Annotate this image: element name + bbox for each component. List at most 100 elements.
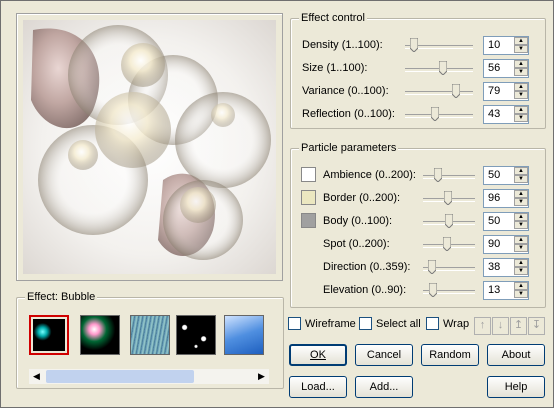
- effect-control-spinbox-0[interactable]: 10 ▲ ▼: [483, 36, 529, 55]
- effect-control-slider-thumb-3[interactable]: [430, 106, 440, 122]
- effect-control-value-3[interactable]: 43: [488, 108, 500, 120]
- particle-color-swatch-0[interactable]: [301, 167, 316, 182]
- scroll-thumb[interactable]: [46, 370, 194, 383]
- effect-control-slider-track-2[interactable]: [405, 91, 473, 95]
- spin-up-icon[interactable]: ▲: [514, 213, 528, 221]
- particle-slider-thumb-0[interactable]: [433, 167, 443, 183]
- wireframe-box[interactable]: [288, 317, 301, 330]
- effect-control-slider-thumb-2[interactable]: [451, 83, 461, 99]
- cancel-label: Cancel: [366, 349, 402, 361]
- particle-label-3: Spot (0..200):: [323, 238, 390, 250]
- scroll-right-button[interactable]: ▶: [254, 369, 269, 384]
- spin-up-icon[interactable]: ▲: [514, 37, 528, 45]
- thumbnail-rain[interactable]: [130, 315, 170, 355]
- load-button[interactable]: Load...: [289, 376, 347, 398]
- bottom-icon: ↧: [531, 319, 542, 331]
- particle-value-3[interactable]: 90: [488, 238, 500, 250]
- add-button[interactable]: Add...: [355, 376, 413, 398]
- effect-control-spinbox-3[interactable]: 43 ▲ ▼: [483, 105, 529, 124]
- particle-slider-thumb-3[interactable]: [442, 236, 452, 252]
- spin-down-icon[interactable]: ▼: [514, 175, 528, 183]
- spin-down-icon[interactable]: ▼: [514, 267, 528, 275]
- particle-slider-thumb-1[interactable]: [443, 190, 453, 206]
- wrap-label: Wrap: [443, 317, 470, 330]
- spin-up-icon[interactable]: ▲: [514, 83, 528, 91]
- particle-value-4[interactable]: 38: [488, 261, 500, 273]
- preview-image: [23, 20, 276, 274]
- effect-control-spinbox-1[interactable]: 56 ▲ ▼: [483, 59, 529, 78]
- up-icon: ↑: [479, 319, 486, 331]
- spin-down-icon[interactable]: ▼: [514, 45, 528, 53]
- select-all-box[interactable]: [359, 317, 372, 330]
- thumbnail-bubble[interactable]: [29, 315, 69, 355]
- thumbnail-sparkle[interactable]: [80, 315, 120, 355]
- effect-control-value-0[interactable]: 10: [488, 39, 500, 51]
- particle-slider-track-0[interactable]: [423, 175, 475, 179]
- particle-value-0[interactable]: 50: [488, 169, 500, 181]
- spin-up-icon[interactable]: ▲: [514, 106, 528, 114]
- move-up-button[interactable]: ↑: [474, 317, 491, 335]
- particle-label-0: Ambience (0..200):: [323, 169, 416, 181]
- help-button[interactable]: Help: [487, 376, 545, 398]
- random-label: Random: [429, 349, 471, 361]
- random-button[interactable]: Random: [421, 344, 479, 366]
- particle-spinbox-4[interactable]: 38 ▲ ▼: [483, 258, 529, 277]
- effect-control-slider-track-3[interactable]: [405, 114, 473, 118]
- move-top-button[interactable]: ↥: [510, 317, 527, 335]
- spin-down-icon[interactable]: ▼: [514, 68, 528, 76]
- wrap-checkbox[interactable]: Wrap: [426, 317, 469, 330]
- effect-group-title: Effect: Bubble: [25, 291, 98, 303]
- thumbnail-sky[interactable]: [224, 315, 264, 355]
- thumbnail-stars[interactable]: [176, 315, 216, 355]
- wireframe-checkbox[interactable]: Wireframe: [288, 317, 356, 330]
- spin-up-icon[interactable]: ▲: [514, 259, 528, 267]
- particle-slider-thumb-4[interactable]: [427, 259, 437, 275]
- ok-label: OK: [310, 349, 326, 361]
- load-label: Load...: [301, 381, 335, 393]
- move-bottom-button[interactable]: ↧: [528, 317, 545, 335]
- spin-down-icon[interactable]: ▼: [514, 91, 528, 99]
- add-label: Add...: [369, 381, 399, 393]
- spin-up-icon[interactable]: ▲: [514, 60, 528, 68]
- spin-down-icon[interactable]: ▼: [514, 114, 528, 122]
- spin-down-icon[interactable]: ▼: [514, 221, 528, 229]
- thumbnail-scrollbar[interactable]: ◀ ▶: [29, 369, 269, 384]
- particle-spinbox-2[interactable]: 50 ▲ ▼: [483, 212, 529, 231]
- scroll-left-button[interactable]: ◀: [29, 369, 44, 384]
- spin-down-icon[interactable]: ▼: [514, 244, 528, 252]
- effect-control-slider-thumb-1[interactable]: [438, 60, 448, 76]
- effect-control-slider-thumb-0[interactable]: [409, 37, 419, 53]
- particle-label-1: Border (0..200):: [323, 192, 401, 204]
- effect-control-spinbox-2[interactable]: 79 ▲ ▼: [483, 82, 529, 101]
- about-label: About: [501, 349, 531, 361]
- particle-slider-thumb-2[interactable]: [444, 213, 454, 229]
- effect-control-label-2: Variance (0..100):: [302, 85, 389, 97]
- particle-spinbox-5[interactable]: 13 ▲ ▼: [483, 281, 529, 300]
- effect-control-value-1[interactable]: 56: [488, 62, 500, 74]
- spin-up-icon[interactable]: ▲: [514, 167, 528, 175]
- move-down-button[interactable]: ↓: [492, 317, 509, 335]
- particle-value-5[interactable]: 13: [488, 284, 500, 296]
- spin-up-icon[interactable]: ▲: [514, 236, 528, 244]
- particle-color-swatch-1[interactable]: [301, 190, 316, 205]
- cancel-button[interactable]: Cancel: [355, 344, 413, 366]
- particle-label-5: Elevation (0..90):: [323, 284, 407, 296]
- help-label: Help: [504, 381, 528, 393]
- particle-spinbox-1[interactable]: 96 ▲ ▼: [483, 189, 529, 208]
- particle-slider-thumb-5[interactable]: [428, 282, 438, 298]
- select-all-checkbox[interactable]: Select all: [359, 317, 421, 330]
- spin-down-icon[interactable]: ▼: [514, 198, 528, 206]
- wrap-box[interactable]: [426, 317, 439, 330]
- spin-up-icon[interactable]: ▲: [514, 190, 528, 198]
- spin-up-icon[interactable]: ▲: [514, 282, 528, 290]
- down-icon: ↓: [497, 319, 504, 331]
- particle-color-swatch-2[interactable]: [301, 213, 316, 228]
- ok-button[interactable]: OK: [289, 344, 347, 366]
- particle-value-2[interactable]: 50: [488, 215, 500, 227]
- spin-down-icon[interactable]: ▼: [514, 290, 528, 298]
- particle-spinbox-0[interactable]: 50 ▲ ▼: [483, 166, 529, 185]
- particle-spinbox-3[interactable]: 90 ▲ ▼: [483, 235, 529, 254]
- about-button[interactable]: About: [487, 344, 545, 366]
- particle-value-1[interactable]: 96: [488, 192, 500, 204]
- effect-control-value-2[interactable]: 79: [488, 85, 500, 97]
